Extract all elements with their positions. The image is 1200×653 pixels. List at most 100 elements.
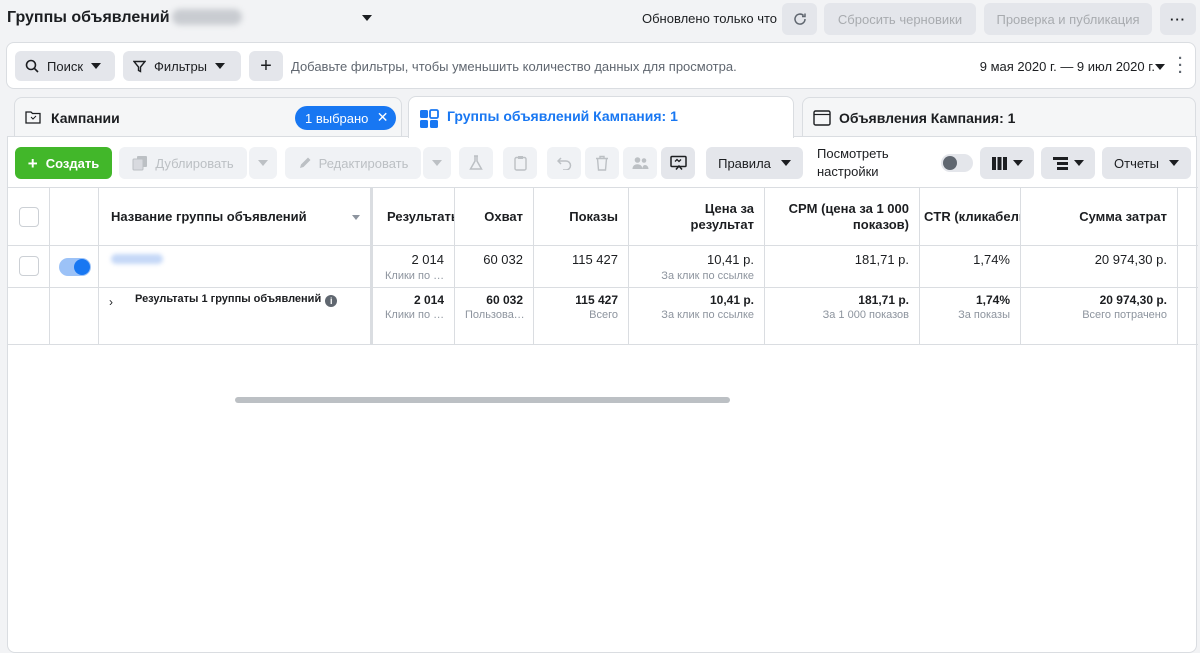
column-header-impressions[interactable]: Показы (534, 188, 629, 245)
column-header-amount-spent[interactable]: Сумма затрат (1021, 188, 1178, 245)
column-header-results[interactable]: Результаты (375, 188, 455, 245)
chevron-down-icon (432, 160, 442, 166)
summary-spacer (8, 288, 50, 344)
ctr-value: 1,74% (973, 252, 1010, 267)
audience-button[interactable] (623, 147, 657, 179)
table-header: Название группы объявлений Результаты Ох… (8, 187, 1198, 246)
reports-button[interactable]: Отчеты (1102, 147, 1191, 179)
row-status-cell (50, 246, 99, 287)
column-header-name[interactable]: Название группы объявлений (99, 188, 373, 245)
row-select-cell (8, 246, 50, 287)
undo-button[interactable] (547, 147, 581, 179)
columns-icon (991, 156, 1007, 170)
summary-results-value: 2 014 (413, 293, 444, 307)
info-icon[interactable]: i (325, 295, 338, 307)
view-settings-line1: Посмотреть (817, 146, 889, 161)
chevron-down-icon[interactable] (1155, 64, 1165, 70)
summary-name-cell: › Результаты 1 группы объявлений i (99, 288, 373, 344)
discard-drafts-button[interactable]: Сбросить черновики (824, 3, 976, 35)
select-all-checkbox[interactable] (19, 207, 39, 227)
tab-ad-sets-label: Группы объявлений Кампания: 1 (447, 108, 678, 124)
chevron-down-icon (215, 63, 226, 69)
breakdown-button[interactable] (1041, 147, 1095, 179)
selected-count-badge[interactable]: 1 выбрано ✕ (295, 106, 397, 130)
summary-ctr-value: 1,74% (975, 293, 1010, 307)
summary-cpm-value: 181,71 р. (858, 293, 909, 307)
close-icon[interactable]: ✕ (377, 109, 389, 126)
results-subtext: Клики по ссылке (385, 270, 445, 282)
ctr-cell: 1,74% (920, 246, 1021, 287)
preview-button[interactable] (661, 147, 695, 179)
delete-button[interactable] (585, 147, 619, 179)
date-range-picker[interactable]: 9 мая 2020 г. — 9 июл 2020 г. (980, 59, 1155, 74)
plus-icon: + (27, 153, 38, 173)
summary-ctr-cell: 1,74% За показы (920, 288, 1021, 344)
summary-amount-spent-value: 20 974,30 р. (1099, 293, 1167, 307)
summary-cost-per-result-subtext: За клик по ссылке (661, 309, 754, 321)
row-checkbox[interactable] (19, 256, 39, 276)
column-header-reach[interactable]: Охват (455, 188, 534, 245)
updated-status: Обновлено только что (642, 11, 778, 26)
column-header-ctr[interactable]: CTR (кликабельность) (920, 188, 1021, 245)
summary-cost-per-result-value: 10,41 р. (709, 293, 754, 307)
breakdown-icon (1052, 156, 1068, 170)
summary-results-subtext: Клики по ссылке (385, 309, 445, 321)
edit-button[interactable]: Редактировать (285, 147, 421, 179)
refresh-icon (793, 13, 806, 25)
paste-button[interactable] (503, 147, 537, 179)
duplicate-dropdown-button[interactable] (249, 147, 277, 179)
column-header-ctr-label: CTR (кликабельность) (924, 208, 1020, 224)
edit-label: Редактировать (318, 155, 409, 171)
kebab-menu-icon[interactable]: · · · (1178, 51, 1183, 80)
ab-test-button[interactable] (459, 147, 493, 179)
view-settings-toggle[interactable] (941, 154, 973, 172)
create-button[interactable]: + Создать (15, 147, 112, 179)
add-filter-button[interactable]: + (249, 51, 283, 81)
toggle-knob (74, 259, 90, 275)
ad-set-status-toggle[interactable] (59, 258, 91, 276)
cpm-value: 181,71 р. (854, 252, 909, 267)
summary-cost-per-result-cell: 10,41 р. За клик по ссылке (629, 288, 765, 344)
edit-dropdown-button[interactable] (423, 147, 451, 179)
summary-cpm-cell: 181,71 р. За 1 000 показов (765, 288, 920, 344)
tab-ad-sets[interactable]: Группы объявлений Кампания: 1 (408, 96, 794, 138)
horizontal-scrollbar[interactable] (235, 397, 730, 403)
search-icon (25, 59, 39, 73)
summary-impressions-cell: 115 427 Всего (534, 288, 629, 344)
rules-label: Правила (718, 155, 771, 171)
clipboard-icon (513, 156, 527, 171)
chevron-down-icon (258, 160, 268, 166)
ad-sets-panel: + Создать Дублировать Редактировать Прав… (7, 136, 1198, 653)
refresh-button[interactable] (782, 3, 817, 35)
table-row[interactable]: 2 014 Клики по ссылке 60 032 115 427 10,… (8, 246, 1198, 288)
duplicate-button[interactable]: Дублировать (119, 147, 247, 179)
chevron-right-icon[interactable]: › (109, 295, 113, 309)
review-publish-button[interactable]: Проверка и публикация (984, 3, 1152, 35)
sort-caret-icon[interactable] (352, 215, 360, 220)
summary-results-cell: 2 014 Клики по ссылке (375, 288, 455, 344)
cost-per-result-value: 10,41 р. (707, 252, 754, 267)
search-button[interactable]: Поиск (15, 51, 115, 81)
results-value: 2 014 (411, 252, 444, 267)
tab-campaigns[interactable]: Кампании 1 выбрано ✕ (14, 97, 402, 137)
duplicate-icon (132, 156, 148, 171)
column-header-cost-per-result[interactable]: Цена за результат (629, 188, 765, 245)
ad-set-name-cell (99, 246, 373, 287)
columns-button[interactable] (980, 147, 1034, 179)
filters-label: Фильтры (154, 58, 208, 74)
account-dropdown-caret-icon[interactable] (362, 15, 372, 21)
ad-set-name-link[interactable] (111, 254, 163, 264)
account-selector[interactable] (172, 9, 242, 25)
toggle-knob (943, 156, 957, 170)
rules-button[interactable]: Правила (706, 147, 803, 179)
summary-spacer (50, 288, 99, 344)
cost-per-result-subtext: За клик по ссылке (661, 270, 754, 282)
summary-ctr-subtext: За показы (958, 309, 1010, 321)
more-options-button[interactable]: ··· (1160, 3, 1196, 35)
filter-bar: Поиск Фильтры + Добавьте фильтры, чтобы … (6, 42, 1196, 89)
column-header-cpm[interactable]: CPM (цена за 1 000 показов) (765, 188, 920, 245)
tab-ads[interactable]: Объявления Кампания: 1 (802, 97, 1196, 137)
filters-button[interactable]: Фильтры (123, 51, 241, 81)
selected-count-label: 1 выбрано (305, 110, 369, 126)
grid-icon (420, 109, 439, 128)
